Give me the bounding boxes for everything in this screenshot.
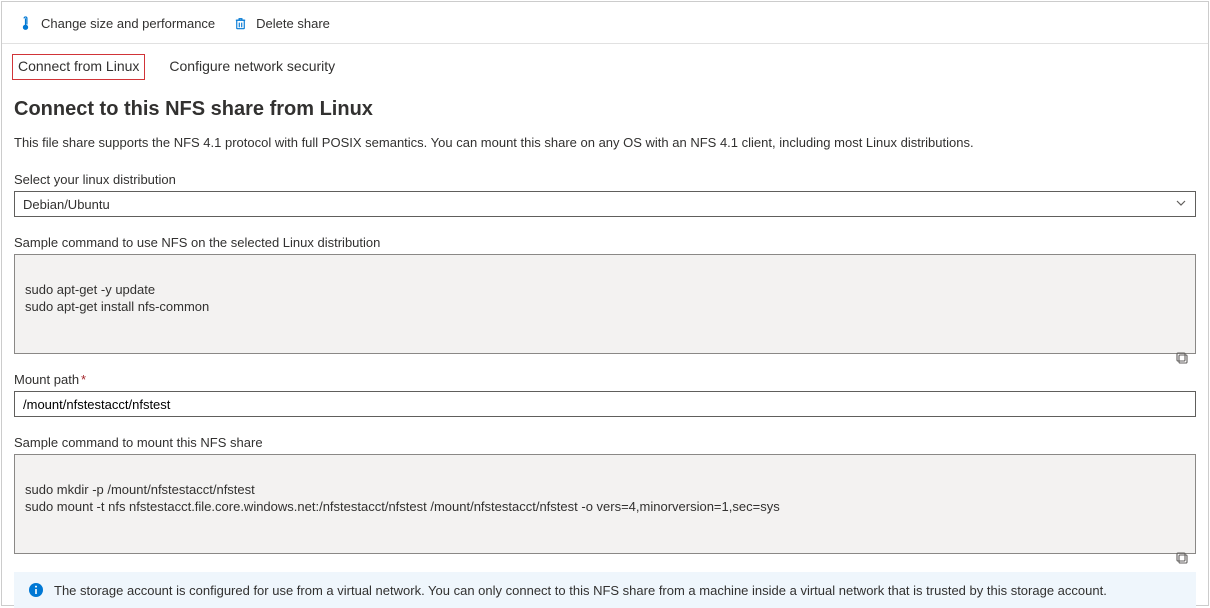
- change-size-label: Change size and performance: [41, 16, 215, 31]
- mount-path-label: Mount path*: [14, 372, 1196, 387]
- delete-share-button[interactable]: Delete share: [233, 16, 330, 31]
- mount-cmd-text: sudo mkdir -p /mount/nfstestacct/nfstest…: [25, 482, 780, 515]
- info-banner: The storage account is configured for us…: [14, 572, 1196, 608]
- copy-icon[interactable]: [1175, 533, 1189, 547]
- chevron-down-icon: [1175, 197, 1187, 212]
- toolbar: Change size and performance Delete share: [2, 2, 1208, 44]
- content: Connect to this NFS share from Linux Thi…: [2, 98, 1208, 608]
- info-icon: [28, 582, 44, 598]
- distro-select[interactable]: Debian/Ubuntu: [14, 191, 1196, 217]
- change-size-button[interactable]: Change size and performance: [18, 16, 215, 31]
- tab-connect-linux[interactable]: Connect from Linux: [12, 54, 145, 80]
- share-connect-panel: Change size and performance Delete share…: [1, 1, 1209, 606]
- copy-icon[interactable]: [1175, 333, 1189, 347]
- info-text: The storage account is configured for us…: [54, 583, 1107, 598]
- distro-label: Select your linux distribution: [14, 172, 1196, 187]
- tabs: Connect from Linux Configure network sec…: [2, 44, 1208, 80]
- mount-path-input[interactable]: [14, 391, 1196, 417]
- install-cmd-label: Sample command to use NFS on the selecte…: [14, 235, 1196, 250]
- distro-selected-value: Debian/Ubuntu: [23, 197, 110, 212]
- mount-cmd-block: sudo mkdir -p /mount/nfstestacct/nfstest…: [14, 454, 1196, 554]
- tab-network-security[interactable]: Configure network security: [163, 54, 341, 80]
- page-title: Connect to this NFS share from Linux: [14, 98, 1196, 121]
- delete-share-label: Delete share: [256, 16, 330, 31]
- thermometer-icon: [18, 16, 33, 31]
- required-asterisk: *: [81, 372, 86, 387]
- mount-cmd-label: Sample command to mount this NFS share: [14, 435, 1196, 450]
- trash-icon: [233, 16, 248, 31]
- install-cmd-block: sudo apt-get -y update sudo apt-get inst…: [14, 254, 1196, 354]
- page-description: This file share supports the NFS 4.1 pro…: [14, 135, 1196, 150]
- install-cmd-text: sudo apt-get -y update sudo apt-get inst…: [25, 282, 209, 315]
